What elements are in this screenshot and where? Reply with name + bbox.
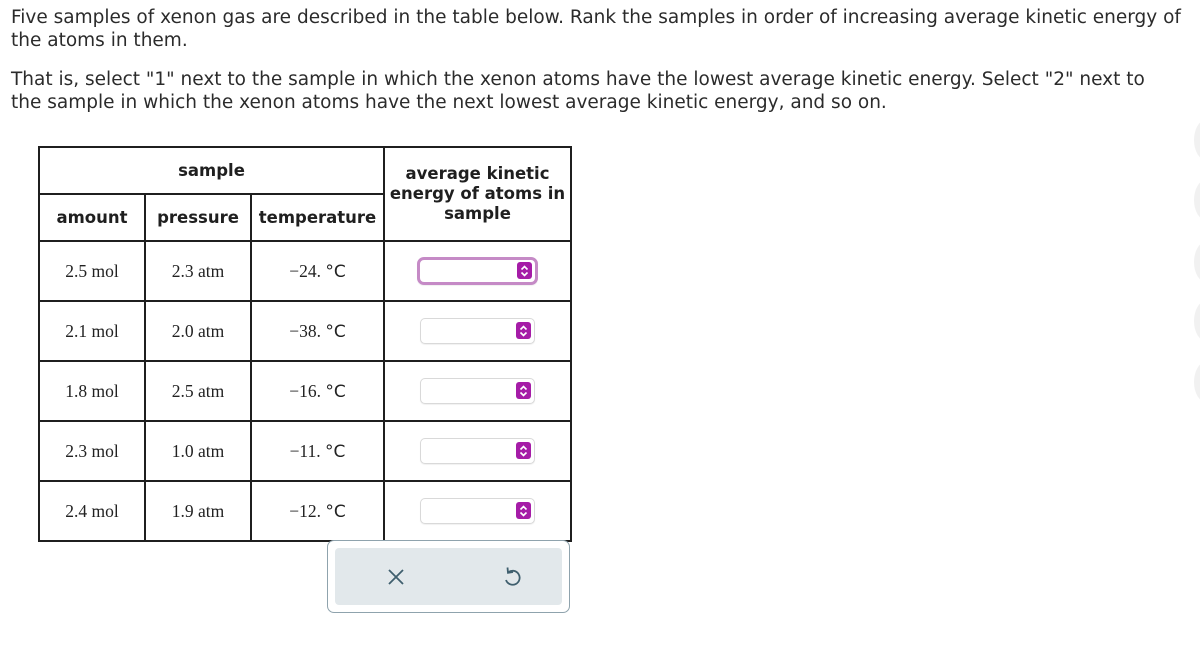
undo-icon — [505, 567, 521, 586]
rank-select[interactable] — [420, 318, 535, 344]
rank-select[interactable] — [420, 378, 535, 404]
pressure-cell: 2.0 atm — [144, 300, 252, 362]
temperature-cell: −12. °C — [250, 480, 385, 542]
up-down-arrows-icon[interactable] — [516, 322, 531, 339]
rank-cell — [383, 480, 572, 542]
x-icon — [388, 569, 404, 585]
table-row: 2.4 mol 1.9 atm −12. °C — [38, 480, 572, 542]
up-down-arrows-icon[interactable] — [516, 382, 531, 399]
rank-cell — [383, 360, 572, 422]
temperature-value: −38. — [289, 320, 321, 341]
pressure-cell: 2.3 atm — [144, 240, 252, 302]
up-down-arrows-icon[interactable] — [516, 442, 531, 459]
rank-cell — [383, 420, 572, 482]
temperature-cell: −16. °C — [250, 360, 385, 422]
temperature-header: temperature — [250, 193, 385, 242]
temperature-value: −16. — [289, 380, 321, 401]
pressure-header: pressure — [144, 193, 252, 242]
rank-cell — [383, 300, 572, 362]
rank-select[interactable] — [420, 498, 535, 524]
samples-table: sample average kinetic energy of atoms i… — [38, 146, 572, 542]
temperature-value: −12. — [289, 500, 321, 521]
rank-cell — [383, 240, 572, 302]
side-tab[interactable] — [1194, 180, 1200, 220]
side-tab[interactable] — [1194, 301, 1200, 341]
temperature-unit: °C — [325, 321, 346, 342]
table-row: 1.8 mol 2.5 atm −16. °C — [38, 360, 572, 422]
temperature-value: −11. — [289, 440, 321, 461]
question-text: Five samples of xenon gas are described … — [11, 7, 1181, 51]
temperature-cell: −24. °C — [250, 240, 385, 302]
up-down-arrows-icon[interactable] — [517, 262, 532, 279]
sample-group-header: sample — [38, 146, 385, 195]
side-tab[interactable] — [1194, 362, 1200, 402]
rank-select[interactable] — [417, 257, 538, 285]
side-tab[interactable] — [1194, 242, 1200, 282]
instruction-text: That is, select "1" next to the sample i… — [11, 69, 1145, 113]
amount-cell: 2.5 mol — [38, 240, 146, 302]
temperature-unit: °C — [325, 441, 346, 462]
answer-action-bar — [327, 540, 570, 613]
pressure-cell: 1.0 atm — [144, 420, 252, 482]
amount-cell: 2.1 mol — [38, 300, 146, 362]
kinetic-energy-header: average kinetic energy of atoms in sampl… — [383, 146, 572, 242]
temperature-value: −24. — [289, 260, 321, 281]
undo-button[interactable] — [497, 562, 527, 592]
pressure-cell: 1.9 atm — [144, 480, 252, 542]
amount-header: amount — [38, 193, 146, 242]
clear-button[interactable] — [381, 562, 411, 592]
side-tab[interactable] — [1194, 120, 1200, 160]
up-down-arrows-icon[interactable] — [516, 502, 531, 519]
pressure-cell: 2.5 atm — [144, 360, 252, 422]
temperature-unit: °C — [325, 381, 346, 402]
action-bar-inner — [335, 548, 562, 605]
table-row: 2.3 mol 1.0 atm −11. °C — [38, 420, 572, 482]
table-row: 2.1 mol 2.0 atm −38. °C — [38, 300, 572, 362]
temperature-cell: −38. °C — [250, 300, 385, 362]
rank-select[interactable] — [420, 438, 535, 464]
amount-cell: 2.4 mol — [38, 480, 146, 542]
table-row: 2.5 mol 2.3 atm −24. °C — [38, 240, 572, 302]
amount-cell: 1.8 mol — [38, 360, 146, 422]
temperature-unit: °C — [325, 501, 346, 522]
amount-cell: 2.3 mol — [38, 420, 146, 482]
temperature-cell: −11. °C — [250, 420, 385, 482]
temperature-unit: °C — [325, 261, 346, 282]
